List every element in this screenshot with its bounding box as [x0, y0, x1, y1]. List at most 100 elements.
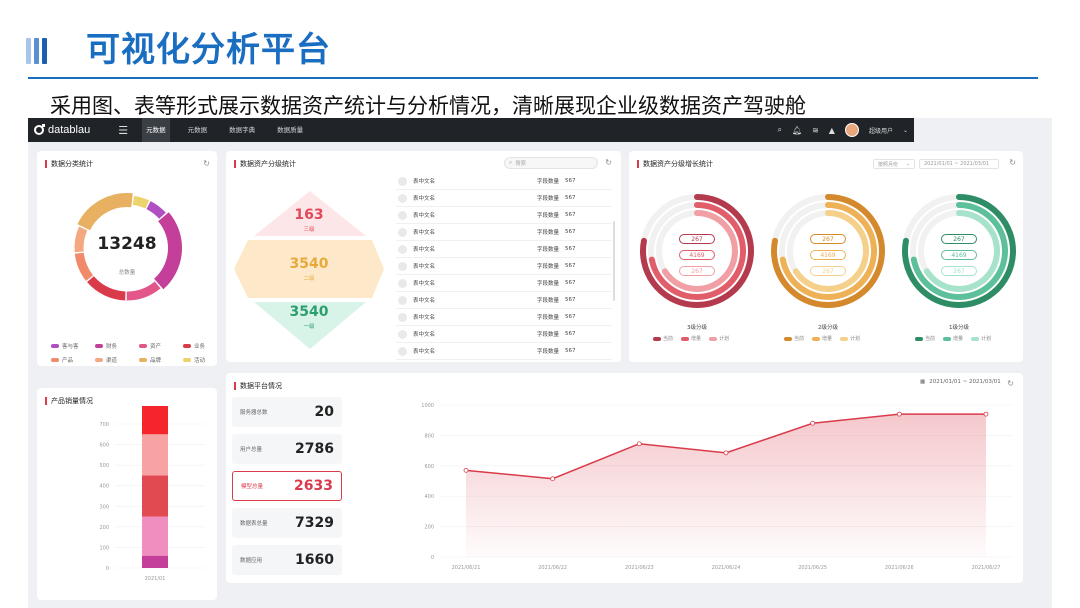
refresh-icon[interactable]: ↻ — [203, 159, 210, 168]
table-row[interactable]: 表中文名 字段数量 567 — [396, 241, 612, 258]
search-icon[interactable]: ⌕ — [777, 125, 781, 135]
metric-card[interactable]: 数据表总量 7329 — [232, 508, 342, 538]
growth-legend-item[interactable]: 计划 — [840, 335, 860, 342]
chevron-down-icon[interactable]: ⌄ — [903, 127, 908, 134]
table-scrollbar[interactable] — [613, 221, 615, 301]
metric-label: 用户总量 — [240, 447, 263, 453]
growth-legend-item[interactable]: 增量 — [681, 335, 701, 342]
bar-segment-3[interactable] — [142, 434, 168, 476]
legend-item[interactable]: 产品 — [51, 356, 95, 364]
row-field-label: 字段数量 — [537, 247, 560, 253]
legend-label: 品牌 — [150, 358, 162, 364]
growth-legend-item[interactable]: 计划 — [971, 335, 991, 342]
x-tick-label: 2021/06/24 — [712, 565, 741, 571]
data-point[interactable] — [810, 420, 816, 426]
metric-card[interactable]: 服务器总数 20 — [232, 397, 342, 427]
growth-value-pill: 4169 — [941, 250, 977, 260]
legend-item[interactable]: 业务 — [183, 342, 227, 350]
avatar[interactable] — [844, 123, 859, 137]
growth-legend-item[interactable]: 增量 — [812, 335, 832, 342]
legend-item[interactable]: 品牌 — [139, 356, 183, 364]
product-card: 产品销量情况 0 100 200 300 400 500 600 700 2021/01 — [37, 388, 217, 600]
row-field-label: 字段数量 — [537, 349, 560, 355]
bar-segment-4[interactable] — [142, 406, 168, 435]
user-name[interactable]: 超级用户 — [869, 126, 893, 135]
table-row[interactable]: 表中文名 字段数量 567 — [396, 309, 612, 326]
x-tick-label: 2021/06/22 — [538, 565, 567, 571]
growth-legend-label: 增量 — [953, 336, 964, 342]
data-point[interactable] — [463, 467, 469, 473]
legend-item[interactable]: 资产 — [139, 342, 183, 350]
period-select[interactable]: 按照月份 ⌄ — [873, 159, 915, 169]
bar-segment-2[interactable] — [142, 475, 168, 517]
metric-card[interactable]: 用户总量 2786 — [232, 434, 342, 464]
refresh-icon[interactable]: ↻ — [1009, 158, 1016, 167]
refresh-icon[interactable]: ↻ — [605, 158, 612, 167]
growth-legend-item[interactable]: 当前 — [653, 335, 673, 342]
bell-icon[interactable]: 🔔︎ — [792, 126, 802, 135]
nav-tab-0[interactable]: 元数据 — [142, 118, 170, 142]
platform-date-range[interactable]: ▦ 2021/01/01 ~ 2021/03/01 — [920, 379, 1001, 385]
metric-card[interactable]: 模型总量 2633 — [232, 471, 342, 501]
logo[interactable]: datablau — [34, 124, 90, 136]
table-row[interactable]: 表中文名 字段数量 567 — [396, 258, 612, 275]
layers-icon[interactable]: ≋ — [812, 126, 819, 135]
data-point[interactable] — [896, 411, 902, 417]
y-tick-label: 800 — [424, 433, 434, 439]
nav-tab-1[interactable]: 元数据 — [184, 118, 212, 142]
growth-legend-label: 计划 — [719, 336, 730, 342]
growth-legend-item[interactable]: 计划 — [709, 335, 729, 342]
table-row[interactable]: 表中文名 字段数量 567 — [396, 326, 612, 343]
date-range-picker[interactable]: 2021/01/01 ~ 2021/03/01 — [919, 159, 999, 169]
row-icon — [398, 210, 407, 220]
table-row[interactable]: 表中文名 字段数量 567 — [396, 275, 612, 292]
table-row[interactable]: 表中文名 字段数量 567 — [396, 207, 612, 224]
nav-tab-2[interactable]: 数据字典 — [225, 118, 259, 142]
table-row[interactable]: 表中文名 字段数量 567 — [396, 190, 612, 207]
donut-segment-6[interactable] — [77, 193, 133, 231]
nav-tab-3[interactable]: 数据质量 — [273, 118, 307, 142]
growth-legend-item[interactable]: 当前 — [915, 335, 935, 342]
search-input[interactable]: ⌕ 搜索 — [504, 157, 598, 169]
title-divider — [28, 77, 1038, 79]
legend-swatch — [943, 336, 952, 341]
metric-card[interactable]: 数据应用 1660 — [232, 545, 342, 575]
legend-item[interactable]: 财务 — [95, 342, 139, 350]
metric-value: 2633 — [294, 478, 333, 494]
donut-segment-0[interactable] — [146, 201, 166, 219]
bar-segment-1[interactable] — [142, 516, 168, 556]
growth-value-pill: 4169 — [679, 250, 715, 260]
data-point[interactable] — [983, 411, 989, 417]
bar-segment-0[interactable] — [142, 555, 168, 568]
row-icon — [398, 312, 407, 322]
refresh-icon[interactable]: ↻ — [1007, 379, 1014, 388]
period-select-value: 按照月份 — [878, 161, 899, 168]
legend-swatch — [681, 336, 690, 341]
row-count: 567 — [565, 263, 576, 269]
row-name: 表中文名 — [413, 298, 436, 304]
y-tick-label: 200 — [424, 525, 434, 531]
hamburger-menu-icon[interactable]: ☰ — [118, 124, 128, 137]
table-row[interactable]: 表中文名 字段数量 567 — [396, 292, 612, 309]
donut-segment-7[interactable] — [132, 195, 150, 209]
table-row[interactable]: 表中文名 字段数量 567 — [396, 343, 612, 360]
growth-legend-item[interactable]: 增量 — [943, 335, 963, 342]
table-row[interactable]: 表中文名 字段数量 567 — [396, 224, 612, 241]
legend-label: 财务 — [106, 344, 118, 350]
donut-segment-3[interactable] — [87, 276, 126, 301]
growth-legend-label: 增量 — [822, 336, 833, 342]
data-point[interactable] — [636, 441, 642, 447]
growth-legend: 当前 增量 计划 — [653, 335, 729, 342]
legend-item[interactable]: 客与客 — [51, 342, 95, 350]
alert-icon[interactable]: ▲ — [829, 126, 835, 135]
legend-item[interactable]: 活动 — [183, 356, 227, 364]
table-row[interactable]: 表中文名 字段数量 567 — [396, 173, 612, 190]
legend-item[interactable]: 渠道 — [95, 356, 139, 364]
dashboard-app: datablau ☰ 元数据 元数据 数据字典 数据质量 ⌕ 🔔︎ ≋ ▲ 超级… — [28, 118, 1052, 608]
y-tick-label: 0 — [106, 566, 109, 572]
donut-segment-2[interactable] — [126, 281, 161, 301]
legend-swatch — [915, 336, 923, 341]
data-point[interactable] — [550, 476, 556, 482]
growth-legend-item[interactable]: 当前 — [784, 335, 804, 342]
data-point[interactable] — [723, 450, 729, 456]
